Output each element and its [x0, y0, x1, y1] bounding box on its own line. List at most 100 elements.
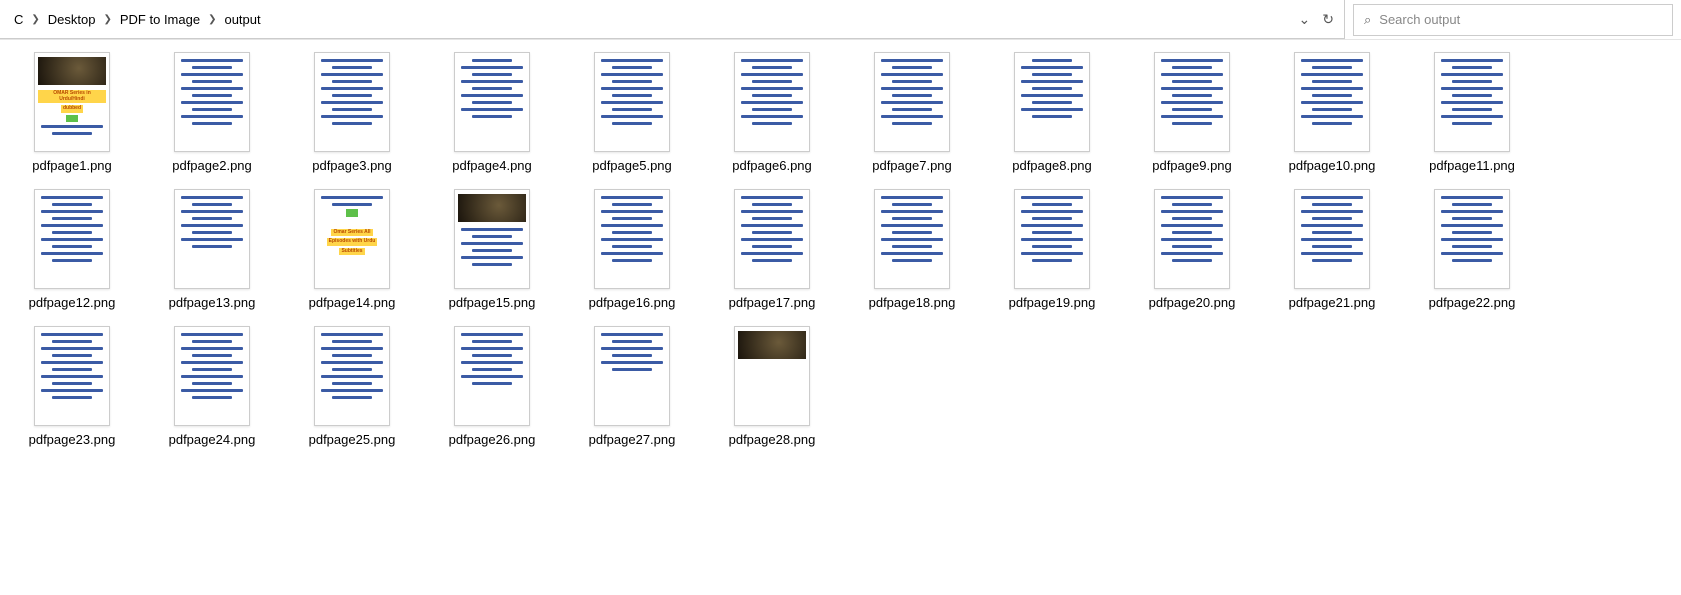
thumb-text-line: [181, 361, 242, 364]
file-item[interactable]: pdfpage6.png: [706, 52, 838, 173]
thumb-text-line: [332, 396, 373, 399]
crumb-desktop[interactable]: Desktop: [42, 12, 102, 27]
thumb-text-line: [181, 238, 242, 241]
file-thumbnail: [1014, 52, 1090, 152]
crumb-c[interactable]: C: [8, 12, 29, 27]
search-box[interactable]: ⌕: [1353, 4, 1673, 36]
search-input[interactable]: [1379, 12, 1662, 27]
thumb-text-line: [1032, 203, 1073, 206]
crumb-output[interactable]: output: [218, 12, 266, 27]
thumb-text-line: [52, 217, 93, 220]
file-item[interactable]: pdfpage2.png: [146, 52, 278, 173]
thumb-text-line: [1312, 231, 1353, 234]
file-item[interactable]: pdfpage28.png: [706, 326, 838, 447]
thumb-text-line: [332, 354, 373, 357]
thumb-text-line: [1172, 122, 1213, 125]
thumb-text-line: [321, 333, 382, 336]
file-name: pdfpage2.png: [172, 158, 252, 173]
thumb-text-line: [1452, 231, 1493, 234]
thumb-text-line: [41, 361, 102, 364]
file-thumbnail: [1434, 189, 1510, 289]
crumb-pdf-to-image[interactable]: PDF to Image: [114, 12, 206, 27]
file-item[interactable]: pdfpage5.png: [566, 52, 698, 173]
thumb-text-line: [1441, 73, 1502, 76]
thumb-text-line: [752, 203, 793, 206]
file-name: pdfpage20.png: [1149, 295, 1236, 310]
thumb-text-line: [1441, 196, 1502, 199]
thumb-text-line: [892, 108, 933, 111]
refresh-icon[interactable]: ↻: [1322, 11, 1334, 28]
thumb-text-line: [321, 87, 382, 90]
file-item[interactable]: pdfpage17.png: [706, 189, 838, 310]
file-name: pdfpage17.png: [729, 295, 816, 310]
thumb-text-line: [1312, 245, 1353, 248]
file-item[interactable]: pdfpage3.png: [286, 52, 418, 173]
file-name: pdfpage18.png: [869, 295, 956, 310]
file-item[interactable]: pdfpage13.png: [146, 189, 278, 310]
file-item[interactable]: pdfpage23.png: [6, 326, 138, 447]
file-item[interactable]: pdfpage10.png: [1266, 52, 1398, 173]
file-item[interactable]: pdfpage21.png: [1266, 189, 1398, 310]
thumb-text-line: [1452, 259, 1493, 262]
thumb-text-line: [612, 203, 653, 206]
thumb-text-line: [612, 80, 653, 83]
file-name: pdfpage6.png: [732, 158, 812, 173]
file-item[interactable]: pdfpage27.png: [566, 326, 698, 447]
chevron-right-icon[interactable]: ❯: [29, 14, 41, 25]
thumb-text-line: [52, 382, 93, 385]
file-item[interactable]: pdfpage9.png: [1126, 52, 1258, 173]
thumb-text-line: [181, 389, 242, 392]
file-item[interactable]: pdfpage12.png: [6, 189, 138, 310]
file-item[interactable]: pdfpage25.png: [286, 326, 418, 447]
file-name: pdfpage25.png: [309, 432, 396, 447]
file-thumbnail: [734, 52, 810, 152]
file-item[interactable]: pdfpage18.png: [846, 189, 978, 310]
thumb-text-line: [321, 115, 382, 118]
thumb-text-line: [1301, 59, 1362, 62]
file-grid: OMAR Series in Urdu/Hindi dubbed pdfpage…: [2, 52, 1679, 463]
file-name: pdfpage19.png: [1009, 295, 1096, 310]
file-item[interactable]: Omar Series All Episodes with Urdu Subti…: [286, 189, 418, 310]
file-thumbnail: [34, 326, 110, 426]
thumb-text-line: [1441, 224, 1502, 227]
thumb-text-line: [192, 94, 233, 97]
file-item[interactable]: pdfpage24.png: [146, 326, 278, 447]
thumb-text-line: [192, 122, 233, 125]
thumb-text-line: [1301, 73, 1362, 76]
thumb-text-line: [1032, 87, 1073, 90]
file-item[interactable]: pdfpage15.png: [426, 189, 558, 310]
file-item[interactable]: OMAR Series in Urdu/Hindi dubbed pdfpage…: [6, 52, 138, 173]
address-dropdown-icon[interactable]: ⌄: [1299, 11, 1311, 28]
thumb-text-line: [1172, 80, 1213, 83]
file-item[interactable]: pdfpage19.png: [986, 189, 1118, 310]
thumb-text-line: [1021, 66, 1082, 69]
thumb-text-line: [1021, 80, 1082, 83]
thumb-text-line: [1452, 66, 1493, 69]
thumb-text-line: [612, 231, 653, 234]
thumb-text-line: [461, 80, 522, 83]
thumb-text-line: [1441, 101, 1502, 104]
thumb-text-line: [601, 333, 662, 336]
chevron-right-icon[interactable]: ❯: [206, 14, 218, 25]
file-item[interactable]: pdfpage20.png: [1126, 189, 1258, 310]
thumb-text-line: [332, 94, 373, 97]
thumb-text-line: [41, 210, 102, 213]
file-item[interactable]: pdfpage11.png: [1406, 52, 1538, 173]
file-name: pdfpage8.png: [1012, 158, 1092, 173]
thumb-text-line: [1441, 87, 1502, 90]
thumb-text-line: [461, 361, 522, 364]
thumb-text-line: [181, 347, 242, 350]
file-item[interactable]: pdfpage7.png: [846, 52, 978, 173]
file-item[interactable]: pdfpage16.png: [566, 189, 698, 310]
thumb-text-line: [1452, 122, 1493, 125]
file-item[interactable]: pdfpage4.png: [426, 52, 558, 173]
file-item[interactable]: pdfpage8.png: [986, 52, 1118, 173]
thumb-text-line: [1161, 238, 1222, 241]
file-item[interactable]: pdfpage26.png: [426, 326, 558, 447]
address-bar[interactable]: C ❯ Desktop ❯ PDF to Image ❯ output ⌄ ↻: [0, 0, 1345, 39]
file-pane[interactable]: OMAR Series in Urdu/Hindi dubbed pdfpage…: [0, 40, 1681, 475]
file-thumbnail: [1434, 52, 1510, 152]
chevron-right-icon[interactable]: ❯: [101, 14, 113, 25]
thumb-text-line: [1301, 252, 1362, 255]
file-item[interactable]: pdfpage22.png: [1406, 189, 1538, 310]
